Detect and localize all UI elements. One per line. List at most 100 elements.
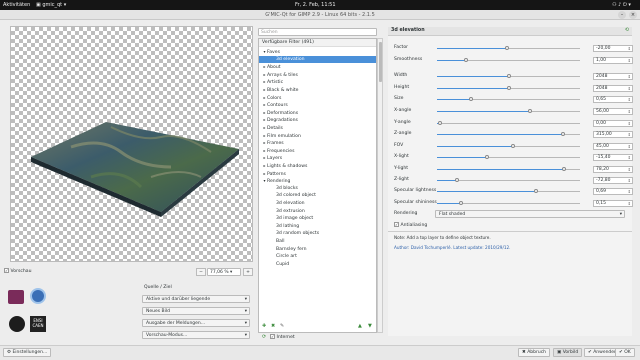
slider-handle[interactable]	[437, 121, 442, 125]
apply-preview-button[interactable]: ▣ Vorbild	[553, 348, 583, 357]
param-spinbox[interactable]: 315,00 ⇕	[593, 131, 633, 138]
system-menu-icons[interactable]: ⚇ ♪ ⏻ ▾	[612, 2, 631, 8]
preview-toggle[interactable]: ✓ Vorschau	[4, 268, 32, 274]
param-spinbox[interactable]: 0,00 ⇕	[593, 120, 633, 127]
spin-arrows-icon[interactable]: ⇕	[628, 74, 631, 80]
zoom-out-icon[interactable]: −	[196, 268, 206, 276]
filter-category[interactable]: ▸ Colors	[259, 94, 376, 102]
param-spinbox[interactable]: 0,69 ⇕	[593, 188, 633, 195]
filter-category[interactable]: ▸ About	[259, 63, 376, 71]
filter-item[interactable]: Cupid	[259, 261, 376, 269]
settings-button[interactable]: ⚙ Einstellungen...	[3, 348, 52, 357]
filter-category[interactable]: ▸ Lights & shadows	[259, 162, 376, 170]
activities-button[interactable]: Aktivitäten	[3, 2, 30, 8]
add-fave-icon[interactable]: ✚	[262, 323, 266, 329]
slider-handle[interactable]	[506, 74, 511, 78]
param-spinbox[interactable]: -15,40 ⇕	[593, 154, 633, 161]
filter-category[interactable]: ▸ Artistic	[259, 78, 376, 86]
filter-item[interactable]: 3d image object	[259, 215, 376, 223]
filter-category[interactable]: ▸ Frequencies	[259, 147, 376, 155]
slider-handle[interactable]	[506, 86, 511, 90]
slider-handle[interactable]	[510, 144, 515, 148]
spin-arrows-icon[interactable]: ⇕	[628, 155, 631, 161]
filter-category[interactable]: ▸ Black & white	[259, 86, 376, 94]
filter-category[interactable]: ▸ Layers	[259, 154, 376, 162]
filter-category[interactable]: ▸ Frames	[259, 139, 376, 147]
filter-item[interactable]: 3d blocks	[259, 185, 376, 193]
ok-button[interactable]: ✔ OK	[615, 348, 635, 357]
param-spinbox[interactable]: 78,20 ⇕	[593, 166, 633, 173]
slider-handle[interactable]	[560, 132, 565, 136]
preview-checkbox[interactable]: ✓	[4, 268, 9, 273]
zoom-in-icon[interactable]: +	[243, 268, 253, 276]
filter-category[interactable]: ▾ Faves	[259, 48, 376, 56]
filter-category[interactable]: ▸ Arrays & tiles	[259, 71, 376, 79]
filter-item[interactable]: Circle art	[259, 253, 376, 261]
filter-item[interactable]: Barnsley fern	[259, 246, 376, 254]
spin-arrows-icon[interactable]: ⇕	[628, 86, 631, 92]
filter-category[interactable]: ▸ Patterns	[259, 170, 376, 178]
antialiasing-toggle[interactable]: ✓ Antialiasing	[394, 222, 427, 228]
spin-arrows-icon[interactable]: ⇕	[628, 132, 631, 138]
filter-category[interactable]: ▸ Film emulation	[259, 132, 376, 140]
search-input[interactable]: Suchen	[258, 28, 377, 36]
param-spinbox[interactable]: 56,00 ⇕	[593, 108, 633, 115]
spin-arrows-icon[interactable]: ⇕	[628, 178, 631, 184]
spin-arrows-icon[interactable]: ⇕	[628, 121, 631, 127]
antialiasing-checkbox[interactable]: ✓	[394, 222, 399, 227]
internet-toggle[interactable]: ✓ Internet	[270, 334, 295, 340]
zoom-field[interactable]: 77,06 % ▾	[207, 268, 241, 276]
reset-params-icon[interactable]: ⟲	[625, 27, 629, 33]
filter-item[interactable]: 3d colored object	[259, 192, 376, 200]
messages-select[interactable]: Ausgabe der Meldungen... ▾	[142, 319, 250, 327]
param-spinbox[interactable]: 2048 ⇕	[593, 85, 633, 92]
spin-arrows-icon[interactable]: ⇕	[628, 109, 631, 115]
filter-item[interactable]: Ball	[259, 238, 376, 246]
collapse-all-icon[interactable]: ▼	[368, 323, 372, 329]
slider-handle[interactable]	[463, 58, 468, 62]
filter-category[interactable]: ▸ Details	[259, 124, 376, 132]
output-mode-select[interactable]: Neues Bild ▾	[142, 307, 250, 315]
filter-category[interactable]: ▸ Contours	[259, 101, 376, 109]
cancel-button[interactable]: ✖ Abbruch	[518, 348, 551, 357]
filter-item[interactable]: 3d elevation	[259, 200, 376, 208]
clock[interactable]: Fr, 2. Feb, 11:51	[295, 2, 336, 8]
rendering-select[interactable]: Flat shaded ▾	[435, 210, 625, 218]
spin-arrows-icon[interactable]: ⇕	[628, 189, 631, 195]
refresh-icon[interactable]: ⟳	[262, 334, 266, 340]
filter-item[interactable]: 3d elevation	[259, 55, 376, 64]
input-layers-select[interactable]: Aktive und darüber liegende ▾	[142, 295, 250, 303]
expand-all-icon[interactable]: ▲	[358, 323, 362, 329]
spin-arrows-icon[interactable]: ⇕	[628, 97, 631, 103]
param-spinbox[interactable]: 1,00 ⇕	[593, 57, 633, 64]
filter-tree[interactable]: Verfügbare Filter (491) ▾ Faves 3d elevati…	[258, 38, 377, 333]
param-spinbox[interactable]: 2048 ⇕	[593, 73, 633, 80]
param-spinbox[interactable]: -20,00 ⇕	[593, 45, 633, 52]
spin-arrows-icon[interactable]: ⇕	[628, 144, 631, 150]
remove-fave-icon[interactable]: ✖	[271, 323, 275, 329]
spin-arrows-icon[interactable]: ⇕	[628, 46, 631, 52]
filter-item[interactable]: 3d extrusion	[259, 208, 376, 216]
spin-arrows-icon[interactable]: ⇕	[628, 201, 631, 207]
param-spinbox[interactable]: 45,00 ⇕	[593, 143, 633, 150]
param-slider[interactable]	[437, 123, 580, 124]
app-menu[interactable]: ▣ gmic_qt ▾	[36, 2, 66, 8]
filter-item[interactable]: 3d lathing	[259, 223, 376, 231]
minimize-icon[interactable]: –	[618, 11, 626, 19]
internet-checkbox[interactable]: ✓	[270, 334, 275, 339]
slider-handle[interactable]	[455, 178, 460, 182]
filter-item[interactable]: 3d random objects	[259, 230, 376, 238]
preview-mode-select[interactable]: Vorschau-Modus... ▾	[142, 331, 250, 339]
filter-category[interactable]: ▾ Rendering	[259, 177, 376, 185]
param-spinbox[interactable]: 0,15 ⇕	[593, 200, 633, 207]
filter-category[interactable]: ▸ Deformations	[259, 109, 376, 117]
spin-arrows-icon[interactable]: ⇕	[628, 167, 631, 173]
slider-handle[interactable]	[527, 109, 532, 113]
close-icon[interactable]: ×	[629, 11, 637, 19]
preview-canvas[interactable]	[10, 26, 253, 262]
slider-handle[interactable]	[533, 189, 538, 193]
spin-arrows-icon[interactable]: ⇕	[628, 58, 631, 64]
param-spinbox[interactable]: 0,65 ⇕	[593, 96, 633, 103]
filter-tree-scrollbar[interactable]	[377, 38, 383, 333]
filter-category[interactable]: ▸ Degradations	[259, 116, 376, 124]
